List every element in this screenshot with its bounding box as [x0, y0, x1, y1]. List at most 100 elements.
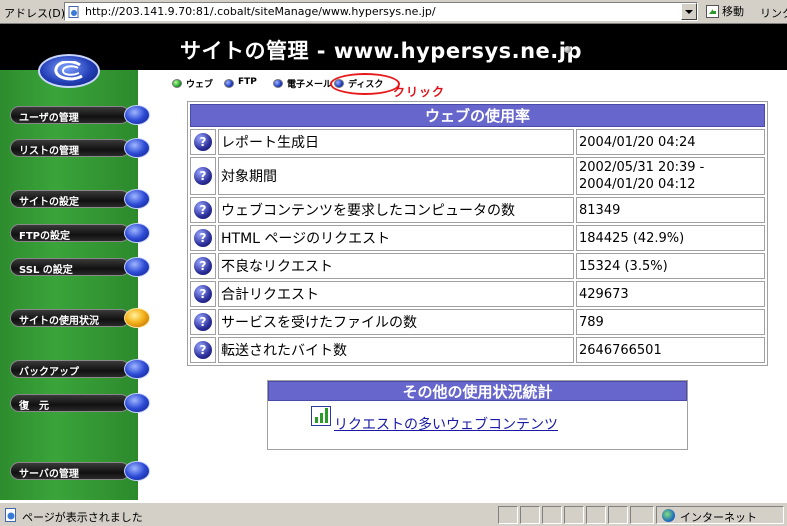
help-icon[interactable]: ? [194, 133, 212, 151]
orb-active-icon [124, 308, 150, 328]
top-requested-content-link[interactable]: リクエストの多いウェブコンテンツ [334, 414, 558, 434]
table-title: ウェブの使用率 [190, 104, 765, 127]
orb-icon [124, 257, 150, 277]
table-row: ? 不良なリクエスト 15324 (3.5%) [190, 253, 765, 279]
row-value: 2646766501 [576, 337, 765, 363]
annotation-text: クリック [393, 85, 446, 99]
status-bar: ページが表示されました インターネット [0, 502, 787, 526]
bar-chart-icon[interactable] [311, 406, 331, 426]
table-row: ? 合計リクエスト 429673 [190, 281, 765, 307]
orb-icon [124, 189, 150, 209]
sidebar-item-label: バックアップ [19, 367, 79, 378]
sidebar-item-ssl-settings[interactable]: SSL の設定 [10, 257, 150, 277]
web-usage-table: ウェブの使用率 ? レポート生成日 2004/01/20 04:24 ? 対象期… [187, 101, 768, 366]
table-row: ? サービスを受けたファイルの数 789 [190, 309, 765, 335]
address-input[interactable]: http://203.141.9.70:81/.cobalt/siteManag… [64, 2, 698, 21]
orb-icon [124, 223, 150, 243]
status-pane [498, 506, 518, 524]
page-loaded-icon [5, 508, 16, 522]
sidebar: ユーザの管理 リストの管理 サイトの設定 FTPの設定 SSL の設定 サイトの… [0, 54, 150, 500]
help-icon[interactable]: ? [194, 167, 212, 185]
row-label: 不良なリクエスト [218, 253, 574, 279]
address-url: http://203.141.9.70:81/.cobalt/siteManag… [85, 5, 436, 18]
row-value: 184425 (42.9%) [576, 225, 765, 251]
sidebar-item-label: サイトの使用状況 [19, 316, 99, 327]
status-pane [586, 506, 606, 524]
help-icon[interactable]: ? [194, 341, 212, 359]
go-arrow-icon [706, 5, 719, 18]
help-icon[interactable]: ? [194, 201, 212, 219]
sidebar-item-restore[interactable]: 復 元 [10, 393, 150, 413]
row-label: ウェブコンテンツを要求したコンピュータの数 [218, 197, 574, 223]
status-pane [564, 506, 584, 524]
sidebar-item-site-settings[interactable]: サイトの設定 [10, 189, 150, 209]
sidebar-item-ftp-settings[interactable]: FTPの設定 [10, 223, 150, 243]
table-row: ? 対象期間 2002/05/31 20:39 - 2004/01/20 04:… [190, 157, 765, 195]
row-label: レポート生成日 [218, 129, 574, 155]
tab-label: FTP [238, 77, 257, 87]
row-label: 合計リクエスト [218, 281, 574, 307]
row-value: 81349 [576, 197, 765, 223]
row-label: サービスを受けたファイルの数 [218, 309, 574, 335]
sidebar-item-label: リストの管理 [19, 146, 79, 157]
table-row: ? ウェブコンテンツを要求したコンピュータの数 81349 [190, 197, 765, 223]
orb-icon [124, 359, 150, 379]
page-header: サイトの管理 - www.hypersys.ne.jp [0, 24, 787, 70]
sidebar-item-lists[interactable]: リストの管理 [10, 138, 150, 158]
address-dropdown-button[interactable] [681, 3, 697, 20]
orb-icon [124, 461, 150, 481]
orb-icon [124, 105, 150, 125]
row-label: 対象期間 [218, 157, 574, 195]
other-stats-panel: その他の使用状況統計 リクエストの多いウェブコンテンツ [267, 380, 688, 450]
go-label: 移動 [722, 5, 744, 18]
tab-label: ウェブ [186, 80, 214, 90]
tab-label: 電子メール [287, 80, 333, 90]
row-value: 789 [576, 309, 765, 335]
sidebar-item-server-admin[interactable]: サーバの管理 [10, 461, 150, 481]
row-value: 2002/05/31 20:39 - 2004/01/20 04:12 [576, 157, 765, 195]
period-end: 2004/01/20 04:12 [579, 177, 696, 192]
row-value: 429673 [576, 281, 765, 307]
sidebar-item-site-usage[interactable]: サイトの使用状況 [10, 308, 150, 328]
help-icon[interactable]: ? [194, 229, 212, 247]
status-pane [520, 506, 540, 524]
orb-icon [124, 393, 150, 413]
sidebar-item-label: サーバの管理 [19, 469, 79, 480]
address-bar: アドレス(D) http://203.141.9.70:81/.cobalt/s… [0, 0, 787, 24]
sidebar-item-label: SSL の設定 [19, 265, 73, 276]
status-pane [542, 506, 562, 524]
row-value: 2004/01/20 04:24 [576, 129, 765, 155]
help-icon[interactable]: ? [194, 285, 212, 303]
sidebar-item-label: FTPの設定 [19, 231, 70, 242]
internet-zone-icon [662, 509, 675, 522]
address-label: アドレス(D) [4, 7, 66, 20]
sidebar-item-label: サイトの設定 [19, 197, 79, 208]
other-stats-title: その他の使用状況統計 [268, 381, 687, 401]
page-title: サイトの管理 - www.hypersys.ne.jp [180, 39, 583, 63]
orb-selected-icon [172, 79, 182, 88]
links-label[interactable]: リンク [760, 5, 787, 21]
table-row: ? 転送されたバイト数 2646766501 [190, 337, 765, 363]
period-start: 2002/05/31 20:39 - [579, 160, 705, 175]
row-label: HTML ページのリクエスト [218, 225, 574, 251]
status-text: ページが表示されました [22, 511, 143, 524]
header-dot-icon [564, 46, 571, 53]
help-icon[interactable]: ? [194, 257, 212, 275]
orb-icon [124, 138, 150, 158]
cobalt-logo-icon [38, 54, 100, 88]
annotation-circle [330, 73, 400, 95]
table-row: ? レポート生成日 2004/01/20 04:24 [190, 129, 765, 155]
go-button[interactable]: 移動 [704, 3, 744, 21]
help-icon[interactable]: ? [194, 313, 212, 331]
row-label: 転送されたバイト数 [218, 337, 574, 363]
status-pane [608, 506, 628, 524]
sidebar-item-users[interactable]: ユーザの管理 [10, 105, 150, 125]
row-value: 15324 (3.5%) [576, 253, 765, 279]
orb-icon [224, 79, 234, 88]
sidebar-item-label: 復 元 [19, 401, 49, 412]
zone-text: インターネット [680, 511, 757, 524]
status-pane [630, 506, 654, 524]
sidebar-item-backup[interactable]: バックアップ [10, 359, 150, 379]
orb-icon [273, 79, 283, 88]
sidebar-item-label: ユーザの管理 [19, 113, 79, 124]
